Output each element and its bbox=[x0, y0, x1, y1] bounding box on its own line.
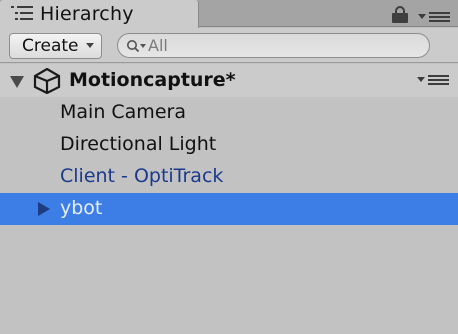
expand-arrow-icon[interactable] bbox=[38, 202, 50, 216]
list-hierarchy-icon bbox=[10, 4, 36, 24]
search-field[interactable] bbox=[117, 33, 430, 58]
tab-hierarchy[interactable]: Hierarchy bbox=[0, 0, 199, 28]
item-label: Client - OptiTrack bbox=[60, 165, 224, 187]
hierarchy-item-client-optitrack[interactable]: Client - OptiTrack bbox=[0, 161, 458, 193]
create-dropdown-button[interactable]: Create bbox=[9, 33, 102, 59]
item-label: Main Camera bbox=[60, 101, 186, 123]
chevron-down-icon bbox=[86, 43, 94, 48]
search-icon[interactable] bbox=[126, 39, 148, 53]
scene-header[interactable]: Motioncapture* bbox=[0, 64, 458, 97]
toolbar: Create bbox=[0, 28, 458, 63]
tab-bar: Hierarchy bbox=[0, 0, 458, 28]
tab-title: Hierarchy bbox=[40, 3, 134, 25]
expand-arrow-icon[interactable] bbox=[10, 76, 24, 88]
tab-menu-icon[interactable] bbox=[418, 11, 452, 23]
hierarchy-item-directional-light[interactable]: Directional Light bbox=[0, 129, 458, 161]
hierarchy-item-ybot[interactable]: ybot bbox=[0, 193, 458, 225]
scene-menu-icon[interactable] bbox=[417, 74, 451, 86]
item-label: Directional Light bbox=[60, 133, 217, 155]
scene-name: Motioncapture* bbox=[69, 69, 236, 91]
item-label: ybot bbox=[60, 197, 103, 219]
unity-logo-icon bbox=[33, 68, 61, 94]
hierarchy-item-main-camera[interactable]: Main Camera bbox=[0, 97, 458, 129]
lock-icon[interactable] bbox=[392, 6, 408, 23]
search-input[interactable] bbox=[148, 36, 408, 55]
create-label: Create bbox=[22, 36, 79, 56]
